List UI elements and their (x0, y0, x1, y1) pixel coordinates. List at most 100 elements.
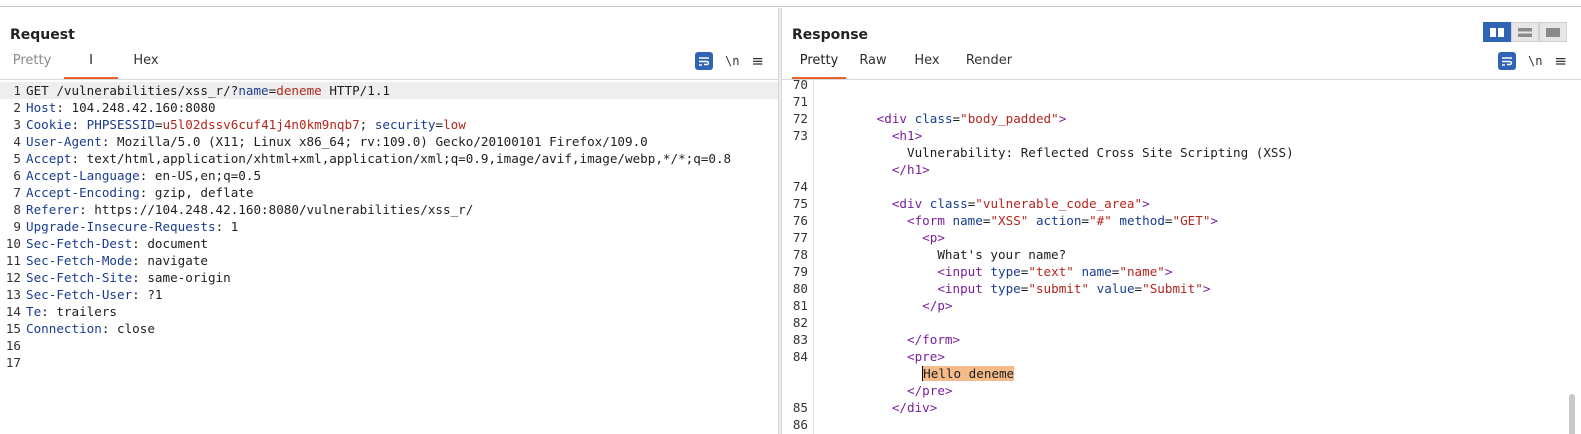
code-line[interactable]: </pre> (782, 382, 1581, 399)
code-token: User-Agent (26, 134, 102, 149)
code-line[interactable]: 3 Cookie: PHPSESSID=u5l02dssv6cuf41j4n0km… (0, 116, 778, 133)
response-pane: Response Pretty Raw Hex Render \n ≡ 70 71… (782, 8, 1581, 434)
code-token: <input (937, 264, 983, 279)
layout-split-horizontal-icon[interactable] (1511, 22, 1539, 42)
code-line[interactable]: 11 Sec-Fetch-Mode: navigate (0, 252, 778, 269)
line-content: User-Agent: Mozilla/5.0 (X11; Linux x86_… (26, 133, 648, 150)
code-line[interactable]: 72 <div class="body_padded"> (782, 110, 1581, 127)
wrap-lines-icon[interactable] (1497, 52, 1516, 70)
code-line[interactable]: 80 <input type="submit" value="Submit"> (782, 280, 1581, 297)
code-token: <p> (922, 230, 945, 245)
code-token: "body_padded" (960, 111, 1059, 126)
wrap-lines-icon[interactable] (694, 52, 713, 70)
code-token: class (929, 196, 968, 211)
code-token: : close (101, 321, 155, 336)
hamburger-menu-icon[interactable]: ≡ (1554, 53, 1567, 69)
code-line[interactable]: 82 (782, 314, 1581, 331)
code-line[interactable]: 13 Sec-Fetch-User: ?1 (0, 286, 778, 303)
code-line[interactable]: 16 (0, 337, 778, 354)
request-tab-pretty[interactable]: Pretty (10, 50, 54, 79)
code-line[interactable]: Vulnerability: Reflected Cross Site Scri… (782, 144, 1581, 161)
code-line[interactable]: 71 (782, 93, 1581, 110)
line-content: What's your name? (816, 246, 1066, 263)
request-tab-hex[interactable]: Hex (128, 50, 164, 79)
line-content: GET /vulnerabilities/xss_r/?name=deneme … (26, 82, 390, 99)
code-line[interactable]: 85 </div> (782, 399, 1581, 416)
response-editor[interactable]: 70 71 72 <div class="body_padded"> 73 <h1> … (782, 80, 1581, 434)
code-line[interactable]: 76 <form name="XSS" action="#" method="G… (782, 212, 1581, 229)
layout-split-vertical-icon[interactable] (1483, 22, 1511, 42)
response-tab-raw[interactable]: Raw (856, 50, 890, 79)
code-line[interactable]: 70 (782, 80, 1581, 93)
code-line[interactable]: 86 (782, 416, 1581, 433)
line-content: Referer: https://104.248.42.160:8080/vul… (26, 201, 473, 218)
line-number: 82 (792, 315, 808, 330)
code-line[interactable]: 8 Referer: https://104.248.42.160:8080/vu… (0, 201, 778, 218)
code-line[interactable]: 7 Accept-Encoding: gzip, deflate (0, 184, 778, 201)
line-number: 2 (13, 100, 21, 115)
line-number: 6 (13, 168, 21, 183)
code-line[interactable]: 1 GET /vulnerabilities/xss_r/?name=deneme… (0, 82, 778, 99)
code-token: method (1119, 213, 1165, 228)
newline-toggle-icon[interactable]: \n (1528, 54, 1542, 68)
code-token: "Submit" (1142, 281, 1203, 296)
response-tab-pretty[interactable]: Pretty (792, 50, 846, 79)
line-number: 16 (5, 338, 21, 353)
code-token: <pre> (907, 349, 945, 364)
code-line[interactable]: 5 Accept: text/html,application/xhtml+xml… (0, 150, 778, 167)
code-token: : Mozilla/5.0 (X11; Linux x86_64; rv:109… (101, 134, 648, 149)
code-line[interactable]: 4 User-Agent: Mozilla/5.0 (X11; Linux x86… (0, 133, 778, 150)
code-token: : ?1 (132, 287, 163, 302)
hamburger-menu-icon[interactable]: ≡ (751, 53, 764, 69)
code-line[interactable]: 10 Sec-Fetch-Dest: document (0, 235, 778, 252)
code-token: Cookie (26, 117, 72, 132)
newline-toggle-icon[interactable]: \n (725, 54, 739, 68)
response-scrollbar[interactable] (1569, 394, 1575, 434)
code-line[interactable]: 74 (782, 178, 1581, 195)
line-content: <h1> (816, 127, 922, 144)
code-line[interactable]: 81 </p> (782, 297, 1581, 314)
request-tab-raw[interactable]: I (64, 50, 118, 79)
code-line[interactable]: 79 <input type="text" name="name"> (782, 263, 1581, 280)
code-line[interactable]: 2 Host: 104.248.42.160:8080 (0, 99, 778, 116)
code-line[interactable]: 78 What's your name? (782, 246, 1581, 263)
code-line[interactable]: Hello deneme (782, 365, 1581, 382)
code-line[interactable]: 15 Connection: close (0, 320, 778, 337)
request-title: Request (10, 27, 75, 43)
code-line[interactable]: 12 Sec-Fetch-Site: same-origin (0, 269, 778, 286)
code-token: type (990, 281, 1021, 296)
response-tab-render[interactable]: Render (964, 50, 1014, 79)
code-line[interactable]: 9 Upgrade-Insecure-Requests: 1 (0, 218, 778, 235)
code-line[interactable]: 14 Te: trailers (0, 303, 778, 320)
line-content: Accept-Encoding: gzip, deflate (26, 184, 253, 201)
code-line[interactable]: 77 <p> (782, 229, 1581, 246)
code-token: "XSS" (990, 213, 1029, 228)
code-line[interactable]: </h1> (782, 161, 1581, 178)
line-content: Te: trailers (26, 303, 117, 320)
code-token: = (1081, 213, 1090, 228)
code-line[interactable]: 73 <h1> (782, 127, 1581, 144)
code-line[interactable]: 84 <pre> (782, 348, 1581, 365)
code-token: name (952, 213, 983, 228)
code-line[interactable]: 75 <div class="vulnerable_code_area"> (782, 195, 1581, 212)
code-line[interactable]: 83 </form> (782, 331, 1581, 348)
response-tab-hex[interactable]: Hex (910, 50, 944, 79)
code-line[interactable]: 17 (0, 354, 778, 371)
code-token: : https://104.248.42.160:8080/vulnerabil… (79, 202, 474, 217)
request-editor[interactable]: 1 GET /vulnerabilities/xss_r/?name=deneme… (0, 80, 778, 434)
line-content: Sec-Fetch-Mode: navigate (26, 252, 208, 269)
line-number: 8 (13, 202, 21, 217)
line-number: 79 (792, 264, 808, 279)
code-token: action (1035, 213, 1082, 228)
code-token: Upgrade-Insecure-Requests (26, 219, 216, 234)
request-pane: Request Pretty I Hex \n ≡ 1 GET /vulnerab… (0, 8, 778, 434)
layout-tabs-icon[interactable] (1539, 22, 1567, 42)
code-line[interactable]: 6 Accept-Language: en-US,en;q=0.5 (0, 167, 778, 184)
response-toolbar: \n ≡ (1497, 50, 1567, 72)
line-content: Sec-Fetch-Site: same-origin (26, 269, 231, 286)
